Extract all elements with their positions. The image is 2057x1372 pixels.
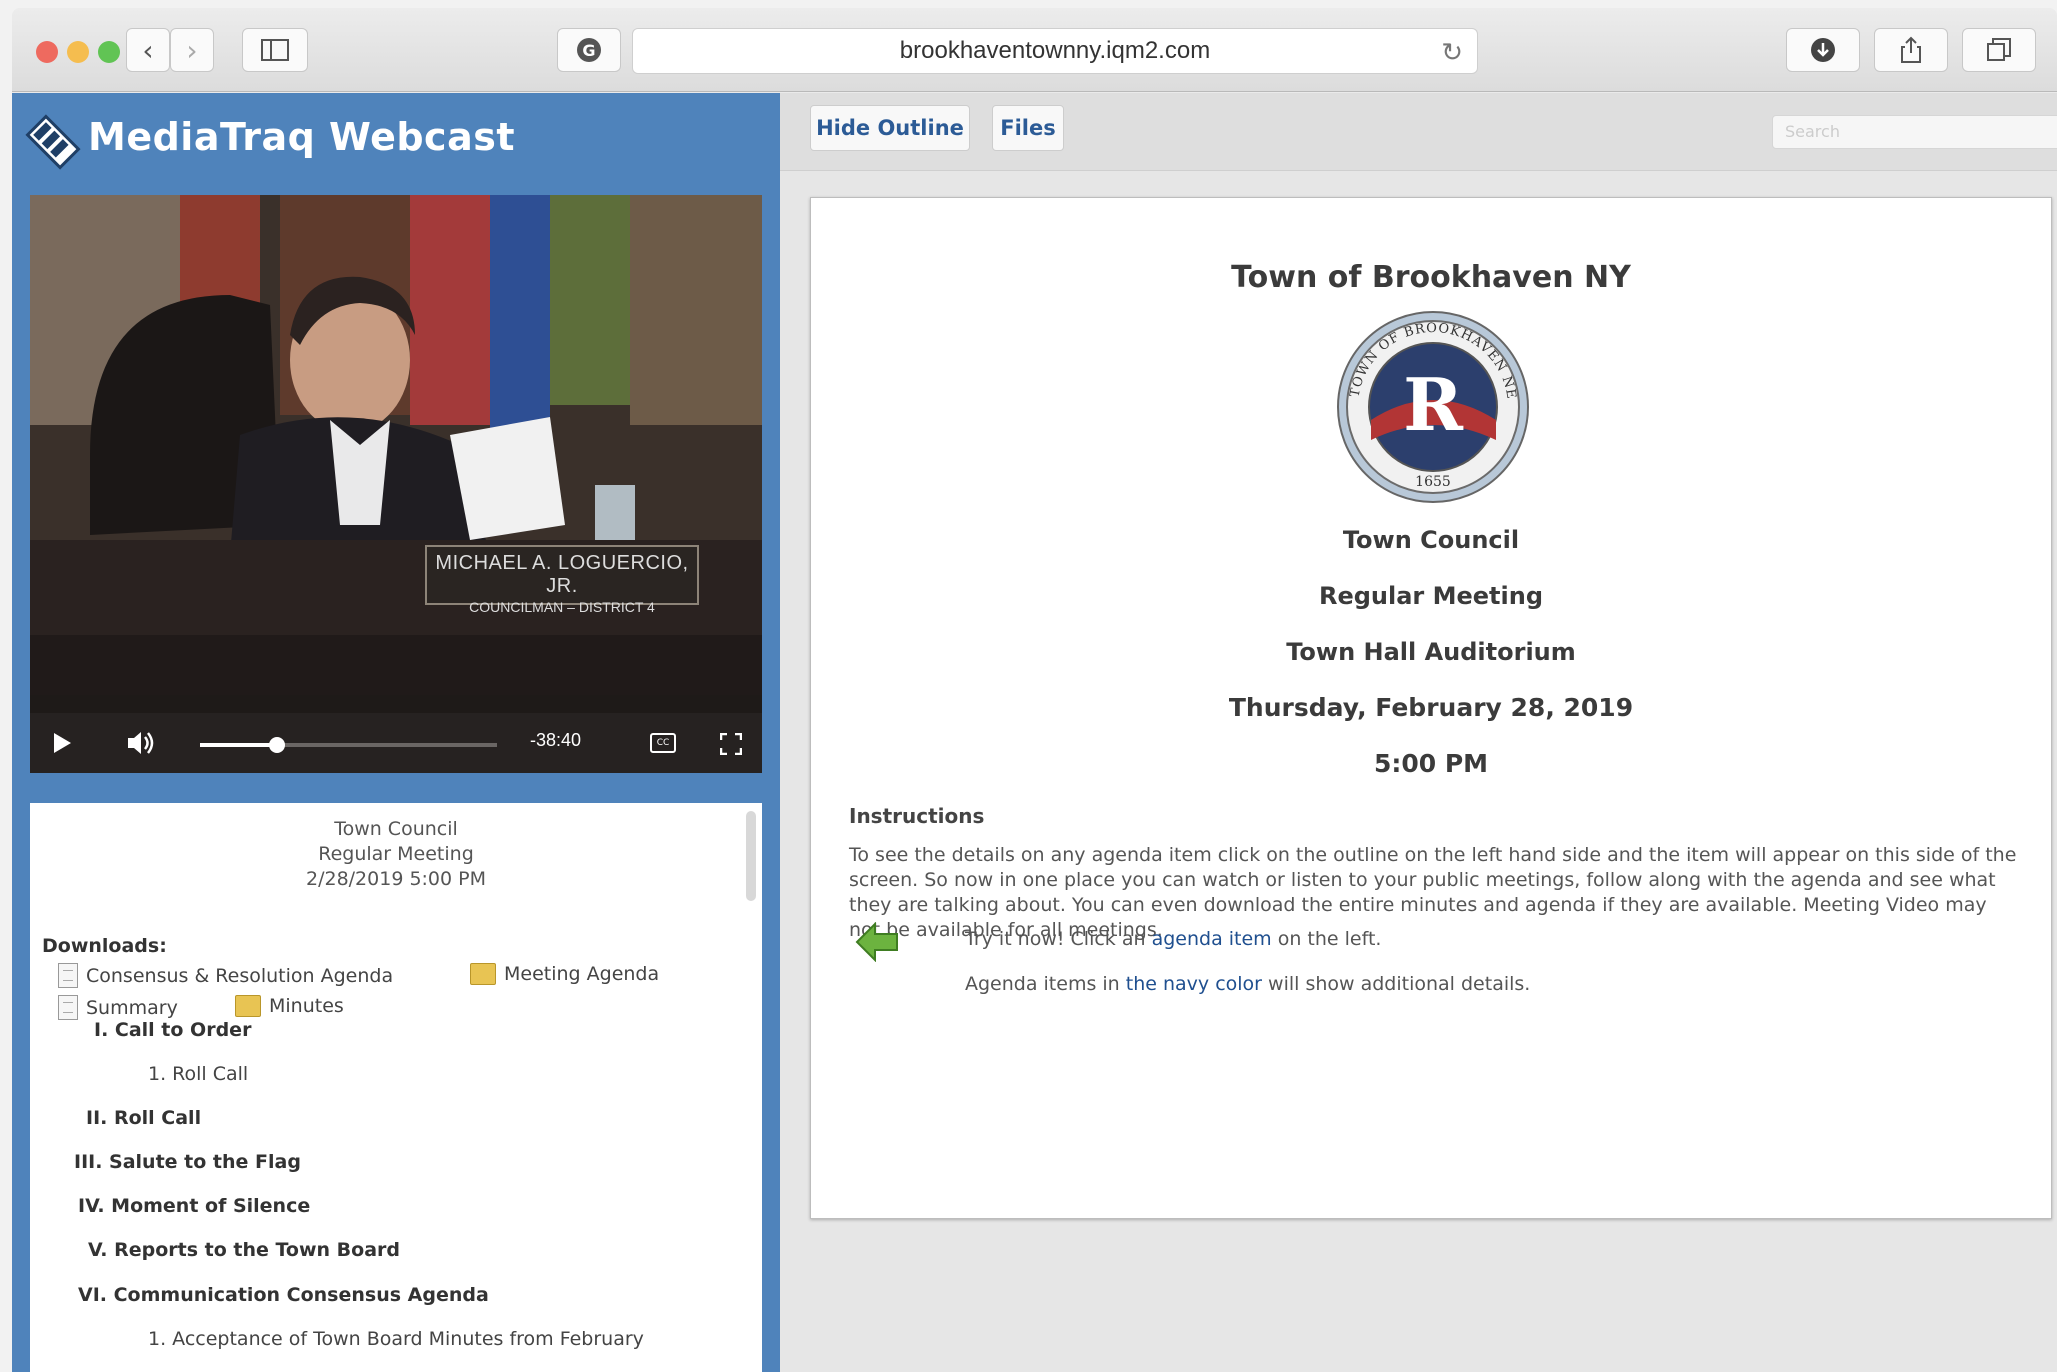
files-button[interactable]: Files xyxy=(992,105,1064,151)
forward-button[interactable]: › xyxy=(170,28,214,72)
svg-text:R: R xyxy=(1403,362,1464,447)
outline-item-roll-call[interactable]: II. Roll Call xyxy=(86,1107,201,1129)
address-bar[interactable]: brookhaventownny.iqm2.com ↻ xyxy=(632,28,1478,74)
navy-color-link[interactable]: the navy color xyxy=(1126,973,1262,995)
zoom-window-button[interactable] xyxy=(98,41,120,63)
back-button[interactable]: ‹ xyxy=(126,28,170,72)
sidebar-icon xyxy=(261,39,289,61)
try-it-text: Try it now! Click an agenda item on the … xyxy=(965,928,1381,950)
chevron-left-icon: ‹ xyxy=(142,33,154,67)
meeting-info-card: Town of Brookhaven NY R 1655 TOWN OF BRO… xyxy=(810,197,2052,1219)
outline-item-acceptance-minutes[interactable]: 1. Acceptance of Town Board Minutes from… xyxy=(148,1328,644,1350)
outline-item-roll-call-sub[interactable]: 1. Roll Call xyxy=(148,1063,248,1085)
navy-color-hint: Agenda items in the navy color will show… xyxy=(965,973,1530,995)
outline-datetime: 2/28/2019 5:00 PM xyxy=(305,868,487,890)
download-label: Meeting Agenda xyxy=(504,963,660,985)
share-icon xyxy=(1901,36,1921,63)
tabs-icon xyxy=(1987,38,2011,61)
close-window-button[interactable] xyxy=(36,41,58,63)
outline-item-reports[interactable]: V. Reports to the Town Board xyxy=(88,1239,400,1261)
video-player[interactable]: MICHAEL A. LOGUERCIO, JR. COUNCILMAN – D… xyxy=(30,195,762,773)
downloads-button[interactable] xyxy=(1786,28,1860,72)
outline-item-communication-agenda[interactable]: VI. Communication Consensus Agenda xyxy=(78,1284,489,1306)
minimize-window-button[interactable] xyxy=(67,41,89,63)
search-input[interactable]: Search xyxy=(1772,115,2057,149)
grammarly-icon: G xyxy=(577,38,601,62)
meeting-date: Thursday, February 28, 2019 xyxy=(1228,693,1634,722)
agenda-item-link[interactable]: agenda item xyxy=(1152,928,1272,950)
town-seal-icon: R 1655 TOWN OF BROOKHAVEN NEW YORK xyxy=(1336,310,1529,503)
download-minutes[interactable]: Minutes xyxy=(235,995,344,1017)
play-icon[interactable] xyxy=(52,732,72,754)
try-prefix: Try it now! Click an xyxy=(965,928,1152,950)
try-suffix: on the left. xyxy=(1271,928,1382,950)
outline-body: Town Council xyxy=(334,818,458,840)
downloads-label: Downloads: xyxy=(42,935,167,957)
organization-name: Town of Brookhaven NY xyxy=(1231,260,1631,295)
outline-header: Town Council Regular Meeting 2/28/2019 5… xyxy=(30,817,762,892)
download-meeting-agenda[interactable]: Meeting Agenda xyxy=(470,963,659,985)
outline-meeting-type: Regular Meeting xyxy=(318,843,474,865)
outline-scrollbar[interactable] xyxy=(746,811,756,901)
folder-icon xyxy=(470,963,496,985)
meeting-time: 5:00 PM xyxy=(1373,749,1489,778)
speaker-name: MICHAEL A. LOGUERCIO, JR. xyxy=(435,552,689,597)
seal-year: 1655 xyxy=(1415,474,1451,490)
speaker-title: COUNCILMAN – DISTRICT 4 xyxy=(469,599,655,615)
try-it-section: Try it now! Click an agenda item on the … xyxy=(855,922,1955,1012)
share-button[interactable] xyxy=(1874,28,1948,72)
agenda-outline: Town Council Regular Meeting 2/28/2019 5… xyxy=(30,803,762,1372)
url-text: brookhaventownny.iqm2.com xyxy=(899,37,1211,64)
speaker-nameplate: MICHAEL A. LOGUERCIO, JR. COUNCILMAN – D… xyxy=(425,545,699,615)
document-icon xyxy=(58,963,78,988)
meeting-location: Town Hall Auditorium xyxy=(1286,638,1576,666)
video-frame xyxy=(30,195,762,695)
navy-suffix: will show additional details. xyxy=(1262,973,1531,995)
download-consensus-agenda[interactable]: Consensus & Resolution Agenda xyxy=(58,963,393,988)
download-label: Consensus & Resolution Agenda xyxy=(86,964,394,987)
reload-icon[interactable]: ↻ xyxy=(1441,37,1463,68)
agenda-detail-panel: Hide Outline Files Search Town of Brookh… xyxy=(780,93,2057,1372)
document-icon xyxy=(58,995,78,1020)
mediatraq-logo-icon xyxy=(25,114,81,170)
webcast-panel: MediaTraq Webcast MICHAEL A. LOGUERCIO, … xyxy=(12,93,780,1372)
video-controls: -38:40 CC xyxy=(30,713,762,773)
extension-button[interactable]: G xyxy=(557,28,621,72)
detail-toolbar: Hide Outline Files Search xyxy=(780,93,2057,171)
volume-icon[interactable] xyxy=(126,729,156,757)
svg-text:G: G xyxy=(582,41,595,60)
outline-item-salute-flag[interactable]: III. Salute to the Flag xyxy=(74,1151,301,1173)
sidebar-toggle-button[interactable] xyxy=(242,28,308,72)
meeting-body: Town Council xyxy=(1342,526,1520,554)
seek-bar[interactable] xyxy=(200,737,497,753)
hide-outline-button[interactable]: Hide Outline xyxy=(810,105,970,151)
browser-window: ‹ › G brookhaventownny.iqm2.com ↻ MediaT… xyxy=(12,8,2057,1372)
seek-progress xyxy=(200,743,278,747)
browser-toolbar: ‹ › G brookhaventownny.iqm2.com ↻ xyxy=(12,8,2057,92)
fullscreen-icon[interactable] xyxy=(720,733,742,755)
chevron-right-icon: › xyxy=(186,33,198,67)
download-label: Summary xyxy=(86,996,178,1019)
tabs-overview-button[interactable] xyxy=(1962,28,2036,72)
meeting-type: Regular Meeting xyxy=(1318,582,1544,610)
navy-prefix: Agenda items in xyxy=(965,973,1126,995)
download-label: Minutes xyxy=(269,995,344,1017)
instructions-title: Instructions xyxy=(849,804,985,828)
app-title: MediaTraq Webcast xyxy=(88,115,516,159)
download-summary[interactable]: Summary xyxy=(58,995,178,1020)
folder-icon xyxy=(235,995,261,1017)
download-icon xyxy=(1811,38,1835,62)
time-remaining: -38:40 xyxy=(530,730,582,750)
seek-handle[interactable] xyxy=(269,737,286,753)
closed-captions-button[interactable]: CC xyxy=(650,733,676,753)
arrow-left-icon xyxy=(855,922,898,962)
outline-item-moment-silence[interactable]: IV. Moment of Silence xyxy=(78,1195,310,1217)
outline-item-call-to-order[interactable]: I. Call to Order xyxy=(94,1019,251,1041)
